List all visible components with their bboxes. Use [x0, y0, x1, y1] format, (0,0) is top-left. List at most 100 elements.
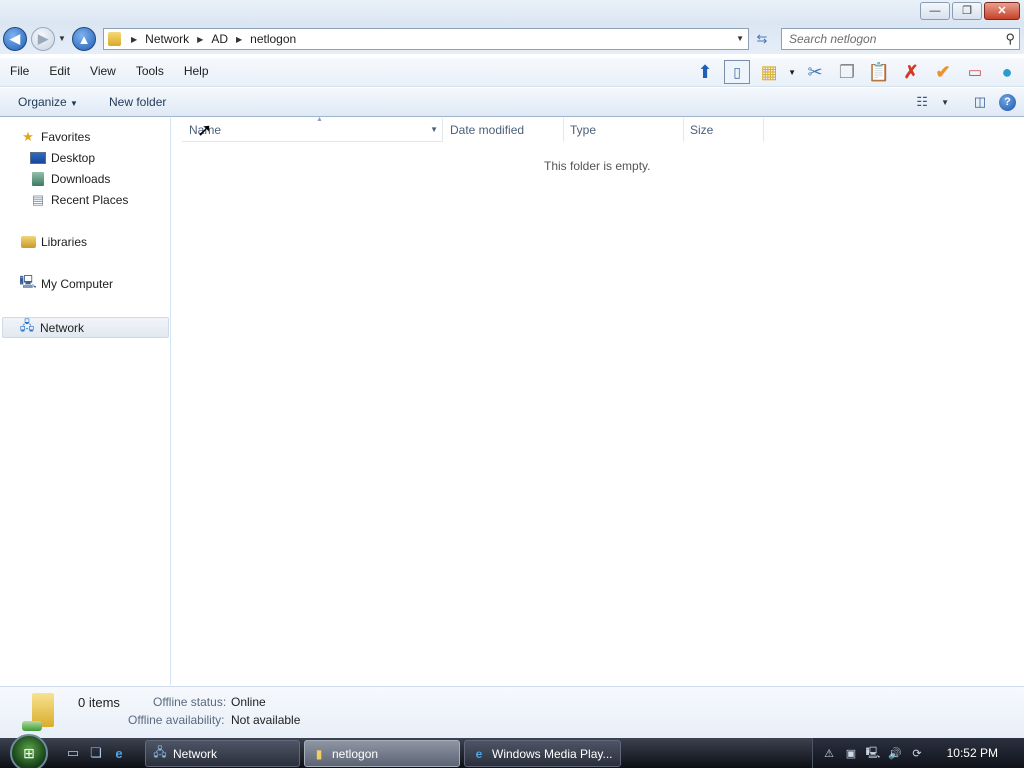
tray-security-icon[interactable]: ▣: [843, 745, 859, 761]
breadcrumb-netlogon[interactable]: netlogon: [250, 32, 296, 46]
back-arrow-icon: ◀: [10, 31, 20, 46]
change-view-button[interactable]: ☷: [911, 92, 933, 112]
folders-pane-button[interactable]: ▯: [724, 60, 751, 84]
menu-edit[interactable]: Edit: [39, 64, 80, 78]
column-header-name[interactable]: ▲ Name ▼: [182, 116, 443, 142]
up-circle-icon: ⬆: [697, 62, 713, 82]
address-dropdown-icon[interactable]: ▼: [736, 34, 744, 43]
preview-pane-button[interactable]: ◫: [969, 92, 991, 112]
tray-network-warning-icon[interactable]: ⚠: [821, 745, 837, 761]
up-button[interactable]: ▲: [72, 27, 96, 51]
paste-button[interactable]: 📋: [866, 60, 892, 84]
globe-button[interactable]: ●: [994, 60, 1020, 84]
details-pane: 0 items Offline status: Online Offline a…: [0, 686, 1024, 738]
tray-volume-icon[interactable]: 🔊: [887, 745, 903, 761]
start-button[interactable]: ⊞: [10, 734, 48, 768]
close-icon: ✕: [997, 4, 1007, 17]
scissors-icon: ✂: [807, 62, 823, 82]
taskbar-windows-media-player[interactable]: e Windows Media Play...: [464, 740, 621, 767]
cut-button[interactable]: ✂: [802, 60, 828, 84]
sort-indicator-icon: ▲: [316, 116, 323, 123]
refresh-button[interactable]: ⇆: [752, 29, 772, 49]
pane-icon: ▯: [733, 64, 741, 80]
command-bar: Organize ▼ New folder ☷ ▼ ◫ ?: [0, 88, 1024, 117]
chevron-down-icon: ▼: [70, 99, 78, 108]
toolbar: ⬆ ▯ ▦ ▼ ✂ ❐ 📋 ✗ ✔ ▭ ●: [692, 60, 1020, 84]
views-dropdown-icon[interactable]: ▼: [788, 68, 796, 77]
show-desktop-icon: ▭: [66, 745, 80, 760]
mouse-pointer-icon: ➚: [197, 120, 213, 140]
new-folder-button[interactable]: New folder: [109, 95, 166, 109]
show-desktop-button[interactable]: ▭: [64, 744, 82, 762]
menu-help[interactable]: Help: [174, 64, 219, 78]
column-header-size[interactable]: Size: [684, 118, 764, 142]
taskbar-netlogon-label: netlogon: [332, 746, 379, 761]
view-dropdown-icon[interactable]: ▼: [941, 98, 949, 107]
nav-recent-places[interactable]: ▤ Recent Places: [30, 192, 129, 207]
recent-pages-dropdown[interactable]: ▼: [58, 34, 66, 43]
copy-button[interactable]: ❐: [834, 60, 860, 84]
tray-network-icon[interactable]: 🖳: [865, 745, 881, 761]
internet-explorer-quicklaunch[interactable]: e: [110, 744, 128, 762]
menu: File Edit View Tools Help: [0, 64, 219, 78]
delete-x-icon: ✗: [903, 62, 919, 82]
computer-icon: 🖳: [19, 274, 37, 289]
delete-button[interactable]: ✗: [898, 60, 924, 84]
menu-view[interactable]: View: [80, 64, 126, 78]
column-type-label: Type: [570, 123, 597, 137]
column-header-type[interactable]: Type: [564, 118, 684, 142]
tray-sync-icon[interactable]: ⟳: [909, 745, 925, 761]
nav-recent-places-label: Recent Places: [51, 193, 129, 207]
forward-button[interactable]: ▶: [31, 27, 55, 51]
chevron-right-icon[interactable]: ▶: [131, 35, 137, 44]
nav-downloads-label: Downloads: [51, 172, 111, 186]
views-button[interactable]: ▦: [756, 60, 782, 84]
nav-my-computer[interactable]: 🖳 My Computer: [19, 274, 114, 291]
properties-button[interactable]: ✔: [930, 60, 956, 84]
folder-icon: ▮: [315, 746, 323, 761]
ie-icon: e: [475, 746, 483, 761]
address-bar[interactable]: ▶ Network ▶ AD ▶ netlogon ▼: [103, 28, 749, 50]
column-date-label: Date modified: [450, 123, 525, 137]
command-bar-right: ☷ ▼ ◫ ?: [911, 92, 1016, 112]
taskbar-wmp-label: Windows Media Play...: [492, 746, 613, 761]
chevron-right-icon[interactable]: ▶: [197, 35, 203, 44]
close-button[interactable]: ✕: [984, 2, 1020, 20]
menu-file[interactable]: File: [0, 64, 39, 78]
nav-favorites[interactable]: ★ Favorites: [20, 129, 90, 144]
refresh-icon: ⇆: [756, 31, 768, 46]
chevron-right-icon[interactable]: ▶: [236, 35, 242, 44]
switch-windows-button[interactable]: ❏: [87, 744, 105, 762]
menu-tools[interactable]: Tools: [126, 64, 174, 78]
search-input[interactable]: Search netlogon ⚲: [781, 28, 1020, 50]
file-list[interactable]: ▲ Name ▼ Date modified Type Size This fo…: [172, 116, 1024, 685]
address-row: ◀ ▶ ▼ ▲ ▶ Network ▶ AD ▶ netlogon ▼ ⇆ Se…: [0, 24, 1024, 54]
view-list-icon: ☷: [916, 94, 928, 109]
search-icon[interactable]: ⚲: [1005, 31, 1015, 47]
clock[interactable]: 10:52 PM: [947, 746, 998, 760]
nav-libraries[interactable]: Libraries: [20, 235, 87, 249]
folder-icon: [108, 32, 121, 46]
breadcrumb-network[interactable]: Network: [145, 32, 189, 46]
back-button[interactable]: ◀: [3, 27, 27, 51]
offline-availability-label: Offline availability:: [128, 713, 225, 727]
nav-downloads[interactable]: Downloads: [30, 172, 110, 186]
checkmark-icon: ✔: [935, 62, 951, 82]
organize-button[interactable]: Organize ▼: [18, 95, 78, 109]
nav-my-computer-label: My Computer: [41, 277, 114, 291]
rename-icon: ▭: [967, 63, 983, 81]
column-filter-dropdown-icon[interactable]: ▼: [430, 125, 438, 134]
nav-desktop[interactable]: Desktop: [30, 151, 95, 165]
up-folder-button[interactable]: ⬆: [692, 60, 718, 84]
help-button[interactable]: ?: [999, 93, 1016, 111]
taskbar-network[interactable]: 🖧 Network: [145, 740, 300, 767]
column-header-date-modified[interactable]: Date modified: [444, 118, 564, 142]
maximize-button[interactable]: ❐: [952, 2, 982, 20]
minimize-button[interactable]: —: [920, 2, 950, 20]
rename-button[interactable]: ▭: [962, 60, 988, 84]
taskbar-netlogon[interactable]: ▮ netlogon: [304, 740, 460, 767]
offline-status-value: Online: [231, 695, 266, 709]
breadcrumb-ad[interactable]: AD: [211, 32, 228, 46]
title-bar: — ❐ ✕: [0, 0, 1024, 24]
nav-network[interactable]: 🖧 Network: [2, 317, 169, 338]
